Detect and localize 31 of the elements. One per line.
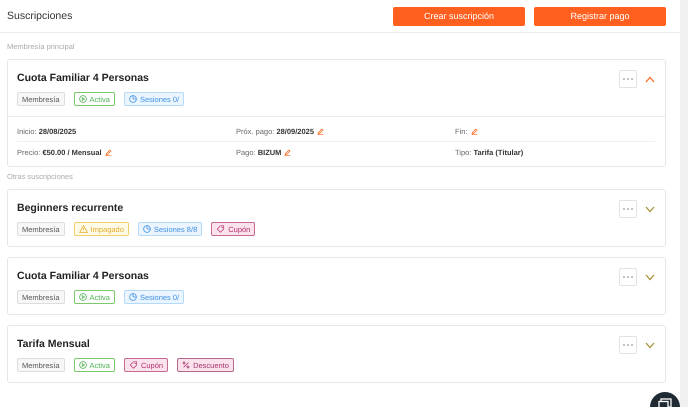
pencil-icon[interactable]	[317, 128, 324, 134]
percent-icon	[182, 361, 190, 369]
pie-chart-icon	[128, 95, 137, 103]
warning-icon	[78, 225, 88, 233]
more-options-button[interactable]	[619, 70, 637, 88]
more-options-button[interactable]	[619, 336, 637, 354]
chevron-down-icon[interactable]	[645, 206, 655, 212]
action-button[interactable]: Registrar pago	[534, 6, 666, 26]
page-title: Suscripciones	[7, 10, 74, 22]
tag-icon	[216, 225, 226, 233]
more-options-button[interactable]	[619, 268, 637, 286]
pencil-icon[interactable]	[284, 148, 292, 156]
play-circle-icon	[78, 361, 87, 369]
tag-icon	[128, 361, 138, 369]
play-circle-icon	[78, 293, 87, 301]
floating-chat-button[interactable]	[650, 392, 680, 407]
pie-chart-icon	[128, 293, 137, 301]
subscription-title: Cuota Familiar 4 Personas	[17, 71, 150, 86]
pencil-icon[interactable]	[470, 128, 478, 134]
pie-chart-icon	[142, 225, 151, 233]
chevron-down-icon[interactable]	[645, 274, 655, 280]
subscription-title: Tarifa Mensual	[17, 337, 91, 352]
subscription-title: Cuota Familiar 4 Personas	[17, 269, 150, 284]
more-options-button[interactable]	[619, 200, 637, 218]
play-circle-icon	[78, 95, 87, 103]
subscription-title: Beginners recurrente	[17, 201, 124, 216]
action-button[interactable]: Crear suscripción	[393, 6, 525, 26]
pencil-icon[interactable]	[104, 148, 112, 156]
chevron-down-icon[interactable]	[645, 342, 655, 348]
chevron-up-icon[interactable]	[645, 76, 655, 82]
windows-icon	[658, 398, 672, 407]
